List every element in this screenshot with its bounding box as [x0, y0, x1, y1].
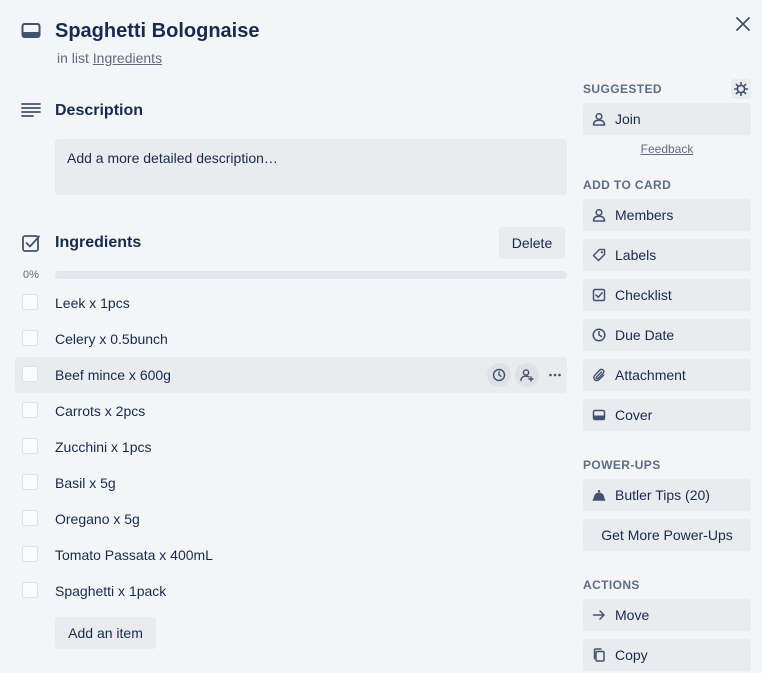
- card-icon: [21, 22, 41, 40]
- butler-tips-label: Butler Tips (20): [615, 487, 710, 503]
- due-date-button[interactable]: Due Date: [583, 319, 751, 351]
- item-checkbox[interactable]: [22, 402, 38, 418]
- list-prefix: in list: [57, 50, 93, 66]
- item-checkbox[interactable]: [22, 366, 38, 382]
- cover-icon: [592, 409, 606, 421]
- labels-label: Labels: [615, 247, 657, 263]
- checklist-item[interactable]: Celery x 0.5bunch: [15, 321, 567, 357]
- item-text[interactable]: Beef mince x 600g: [55, 366, 171, 384]
- item-due-date-button[interactable]: [487, 363, 511, 387]
- get-more-power-ups-button[interactable]: Get More Power-Ups: [583, 519, 751, 551]
- item-text[interactable]: Celery x 0.5bunch: [55, 330, 168, 348]
- clock-icon: [492, 368, 506, 382]
- butler-bell-icon: [592, 490, 606, 501]
- list-link[interactable]: Ingredients: [93, 50, 162, 66]
- checklist-item[interactable]: Carrots x 2pcs: [15, 393, 567, 429]
- add-to-card-heading: ADD TO CARD: [583, 178, 672, 192]
- item-text[interactable]: Oregano x 5g: [55, 510, 140, 528]
- butler-tips-button[interactable]: Butler Tips (20): [583, 479, 751, 511]
- list-breadcrumb: in list Ingredients: [57, 49, 162, 67]
- description-input[interactable]: Add a more detailed description…: [55, 139, 567, 195]
- checklist-item[interactable]: Spaghetti x 1pack: [15, 573, 567, 609]
- item-checkbox[interactable]: [22, 438, 38, 454]
- item-checkbox[interactable]: [22, 546, 38, 562]
- item-text[interactable]: Spaghetti x 1pack: [55, 582, 166, 600]
- ellipsis-icon: [549, 373, 561, 377]
- attachment-button[interactable]: Attachment: [583, 359, 751, 391]
- checklist-item[interactable]: Tomato Passata x 400mL: [15, 537, 567, 573]
- cover-label: Cover: [615, 407, 653, 423]
- due-date-label: Due Date: [615, 327, 675, 343]
- clock-icon: [592, 328, 606, 342]
- item-more-button[interactable]: [543, 363, 567, 387]
- members-button[interactable]: Members: [583, 199, 751, 231]
- cover-button[interactable]: Cover: [583, 399, 751, 431]
- checklist-item[interactable]: Beef mince x 600g: [15, 357, 567, 393]
- copy-label: Copy: [615, 647, 648, 663]
- item-text[interactable]: Zucchini x 1pcs: [55, 438, 151, 456]
- item-actions: [483, 363, 567, 387]
- item-text[interactable]: Leek x 1pcs: [55, 294, 130, 312]
- suggested-heading: SUGGESTED: [583, 82, 662, 96]
- feedback-link[interactable]: Feedback: [583, 142, 751, 156]
- close-icon: [736, 17, 750, 31]
- checklist-title[interactable]: Ingredients: [55, 233, 141, 253]
- checkbox-icon: [21, 233, 41, 253]
- item-checkbox[interactable]: [22, 294, 38, 310]
- paperclip-icon: [593, 368, 605, 382]
- description-heading: Description: [55, 102, 144, 119]
- item-checkbox[interactable]: [22, 510, 38, 526]
- delete-checklist-button[interactable]: Delete: [499, 227, 565, 259]
- suggested-settings-button[interactable]: [731, 79, 751, 99]
- actions-heading: ACTIONS: [583, 578, 640, 592]
- labels-button[interactable]: Labels: [583, 239, 751, 271]
- get-more-power-ups-label: Get More Power-Ups: [601, 527, 733, 543]
- checklist-item[interactable]: Zucchini x 1pcs: [15, 429, 567, 465]
- arrow-right-icon: [592, 610, 605, 620]
- progress-bar: [55, 271, 567, 279]
- add-person-icon: [520, 369, 534, 382]
- item-checkbox[interactable]: [22, 330, 38, 346]
- item-text[interactable]: Carrots x 2pcs: [55, 402, 145, 420]
- description-icon: [21, 102, 41, 118]
- copy-icon: [593, 648, 605, 662]
- gear-icon: [734, 82, 748, 96]
- item-checkbox[interactable]: [22, 582, 38, 598]
- move-label: Move: [615, 607, 650, 623]
- checklist-item[interactable]: Oregano x 5g: [15, 501, 567, 537]
- move-button[interactable]: Move: [583, 599, 751, 631]
- join-label: Join: [615, 111, 641, 127]
- item-text[interactable]: Tomato Passata x 400mL: [55, 546, 213, 564]
- checkbox-icon: [592, 288, 606, 302]
- item-text[interactable]: Basil x 5g: [55, 474, 116, 492]
- item-checkbox[interactable]: [22, 474, 38, 490]
- checklist-label: Checklist: [615, 287, 672, 303]
- close-button[interactable]: [731, 12, 755, 36]
- power-ups-heading: POWER-UPS: [583, 458, 661, 472]
- card-title[interactable]: Spaghetti Bolognaise: [55, 18, 259, 44]
- add-item-button[interactable]: Add an item: [55, 617, 156, 649]
- item-assign-button[interactable]: [515, 363, 539, 387]
- join-button[interactable]: Join: [583, 103, 751, 135]
- person-icon: [592, 112, 606, 126]
- person-icon: [592, 208, 606, 222]
- attachment-label: Attachment: [615, 367, 686, 383]
- checklist-item[interactable]: Leek x 1pcs: [15, 285, 567, 321]
- checklist-item[interactable]: Basil x 5g: [15, 465, 567, 501]
- progress-percentage: 0%: [23, 269, 39, 281]
- checklist-button[interactable]: Checklist: [583, 279, 751, 311]
- members-label: Members: [615, 207, 674, 223]
- copy-button[interactable]: Copy: [583, 639, 751, 671]
- tag-icon: [592, 248, 606, 262]
